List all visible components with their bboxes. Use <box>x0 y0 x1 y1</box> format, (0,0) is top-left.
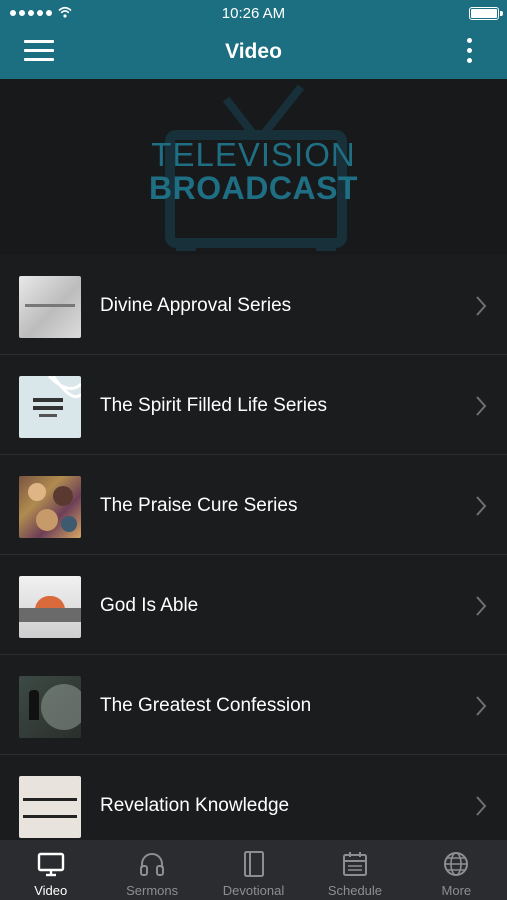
praise-cure-thumbnail <box>19 476 81 538</box>
more-options-button[interactable] <box>459 38 479 68</box>
list-item[interactable]: God Is Able <box>0 555 507 655</box>
status-time: 10:26 AM <box>221 5 286 22</box>
battery-icon <box>469 7 503 20</box>
divine-approval-thumbnail <box>19 276 81 338</box>
spirit-filled-life-thumbnail <box>19 376 81 438</box>
tab-sermons[interactable]: Sermons <box>101 840 202 900</box>
tab-schedule-label: Schedule <box>327 883 383 898</box>
chevron-right-icon <box>476 796 487 816</box>
chevron-right-icon <box>476 296 487 316</box>
tab-video-label: Video <box>34 883 68 898</box>
list-item-label: Revelation Knowledge <box>100 795 290 816</box>
chevron-right-icon <box>476 496 487 516</box>
nav-bar: Video <box>0 28 507 79</box>
greatest-confession-thumbnail <box>19 676 81 738</box>
tab-more-label: More <box>441 883 472 898</box>
chevron-right-icon <box>476 396 487 416</box>
list-item[interactable]: The Greatest Confession <box>0 655 507 755</box>
tab-sermons-label: Sermons <box>126 883 179 898</box>
monitor-icon <box>37 852 64 877</box>
kebab-icon <box>466 38 472 43</box>
top-bar: 10:26 AM Video <box>0 0 507 79</box>
list-item[interactable]: Divine Approval Series <box>0 255 507 355</box>
list-item[interactable]: The Spirit Filled Life Series <box>0 355 507 455</box>
bottom-tab-bar: Video Sermons Devotional Schedule More <box>0 840 507 900</box>
list-item-label: God Is Able <box>100 595 199 616</box>
chevron-right-icon <box>476 696 487 716</box>
tab-devotional[interactable]: Devotional <box>203 840 304 900</box>
banner-title-line1: TELEVISION <box>151 136 356 173</box>
television-broadcast-banner: TELEVISION BROADCAST <box>0 79 507 255</box>
banner-title-line2: BROADCAST <box>149 170 358 206</box>
menu-button[interactable] <box>24 40 54 64</box>
hamburger-icon <box>24 40 54 43</box>
list-item-label: The Praise Cure Series <box>100 495 298 516</box>
tab-video[interactable]: Video <box>0 840 101 900</box>
revelation-knowledge-thumbnail <box>19 776 81 838</box>
list-item-label: The Greatest Confession <box>100 695 312 716</box>
calendar-icon <box>342 852 367 876</box>
tab-schedule[interactable]: Schedule <box>304 840 405 900</box>
app-screen: 10:26 AM Video TELEVISION BROADCAST Divi… <box>0 0 507 900</box>
list-item[interactable]: The Praise Cure Series <box>0 455 507 555</box>
status-bar: 10:26 AM <box>0 0 507 28</box>
tab-devotional-label: Devotional <box>222 883 285 898</box>
globe-icon <box>444 852 469 876</box>
video-series-list: Divine Approval Series The Spirit Filled… <box>0 255 507 840</box>
god-is-able-thumbnail <box>19 576 81 638</box>
chevron-right-icon <box>476 596 487 616</box>
list-item-label: The Spirit Filled Life Series <box>100 395 328 416</box>
book-icon <box>243 851 264 877</box>
headphones-icon <box>140 853 165 876</box>
tab-more[interactable]: More <box>406 840 507 900</box>
page-title: Video <box>225 40 282 63</box>
list-item-label: Divine Approval Series <box>100 295 292 316</box>
list-item[interactable]: Revelation Knowledge <box>0 755 507 840</box>
